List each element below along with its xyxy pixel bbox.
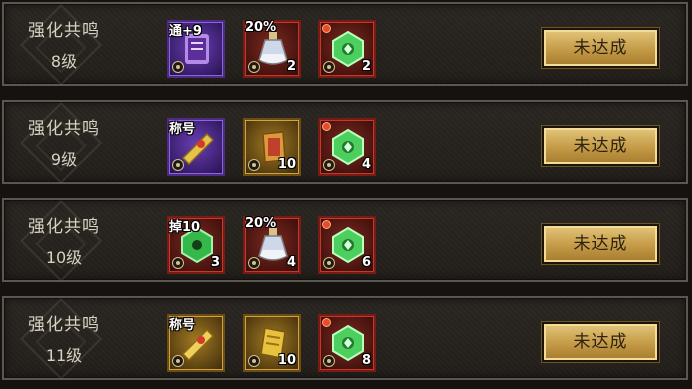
bind-lock-icon: [248, 159, 260, 171]
item-count: 2: [286, 59, 296, 74]
reward-slot-2[interactable]: 10: [243, 314, 301, 372]
status-button[interactable]: 未达成: [542, 224, 659, 264]
item-tag: 称号: [169, 122, 196, 137]
item-tag: 20%: [245, 20, 277, 35]
potion-flask-icon: [258, 228, 288, 261]
red-dot-icon: [322, 220, 331, 229]
reward-slot-3[interactable]: 2: [318, 20, 376, 78]
item-tag: 通+9: [169, 24, 202, 39]
row-title: 强化共鸣: [28, 315, 100, 335]
bind-lock-icon: [248, 61, 260, 73]
reward-slot-2[interactable]: 20% 2: [243, 20, 301, 78]
reward-slot-1[interactable]: 称号: [167, 314, 225, 372]
bind-lock-icon: [172, 355, 184, 367]
item-count: 10: [277, 157, 296, 172]
row-title: 强化共鸣: [28, 21, 100, 41]
green-gem-icon: [332, 30, 364, 68]
item-count: 6: [361, 255, 371, 270]
potion-flask-icon: [258, 32, 288, 65]
reward-row: 强化共鸣 10级 掉10 3 20% 4 6 未达成: [2, 198, 688, 283]
bind-lock-icon: [248, 355, 260, 367]
row-level: 9级: [50, 150, 78, 169]
bind-lock-icon: [323, 159, 335, 171]
reward-slot-2[interactable]: 20% 4: [243, 216, 301, 274]
reward-row: 强化共鸣 9级 称号 10 4 未达成: [2, 100, 688, 185]
item-count: 2: [361, 59, 371, 74]
row-title: 强化共鸣: [28, 119, 100, 139]
green-gem-icon: [332, 226, 364, 264]
item-tag: 掉10: [169, 220, 201, 235]
bind-lock-icon: [323, 355, 335, 367]
bind-lock-icon: [323, 61, 335, 73]
bind-lock-icon: [248, 257, 260, 269]
row-level: 11级: [45, 346, 83, 365]
reward-slot-1[interactable]: 通+9: [167, 20, 225, 78]
green-gem-icon: [332, 128, 364, 166]
reward-slot-1[interactable]: 称号: [167, 118, 225, 176]
reward-slot-2[interactable]: 10: [243, 118, 301, 176]
bind-lock-icon: [323, 257, 335, 269]
item-count: 4: [286, 255, 296, 270]
row-title: 强化共鸣: [28, 217, 100, 237]
item-tag: 20%: [245, 216, 277, 231]
status-button[interactable]: 未达成: [542, 28, 659, 68]
resonance-reward-panel: 强化共鸣 8级 通+9 20% 2 2 未达成 强化共鸣 9级 称号 10 4 …: [0, 0, 692, 389]
reward-row: 强化共鸣 11级 称号 10 8 未达成: [2, 296, 688, 381]
reward-slot-3[interactable]: 8: [318, 314, 376, 372]
red-dot-icon: [322, 122, 331, 131]
bind-lock-icon: [172, 257, 184, 269]
red-dot-icon: [322, 24, 331, 33]
status-button[interactable]: 未达成: [542, 126, 659, 166]
reward-slot-1[interactable]: 掉10 3: [167, 216, 225, 274]
bind-lock-icon: [172, 159, 184, 171]
item-tag: 称号: [169, 318, 196, 333]
row-level: 8级: [50, 52, 78, 71]
status-button[interactable]: 未达成: [542, 322, 659, 362]
row-level: 10级: [45, 248, 83, 267]
reward-slot-3[interactable]: 4: [318, 118, 376, 176]
bind-lock-icon: [172, 61, 184, 73]
red-dot-icon: [322, 318, 331, 327]
reward-row: 强化共鸣 8级 通+9 20% 2 2 未达成: [2, 2, 688, 87]
reward-slot-3[interactable]: 6: [318, 216, 376, 274]
green-gem-icon: [332, 324, 364, 362]
item-count: 3: [210, 255, 220, 270]
item-count: 10: [277, 353, 296, 368]
item-count: 8: [361, 353, 371, 368]
item-count: 4: [361, 157, 371, 172]
